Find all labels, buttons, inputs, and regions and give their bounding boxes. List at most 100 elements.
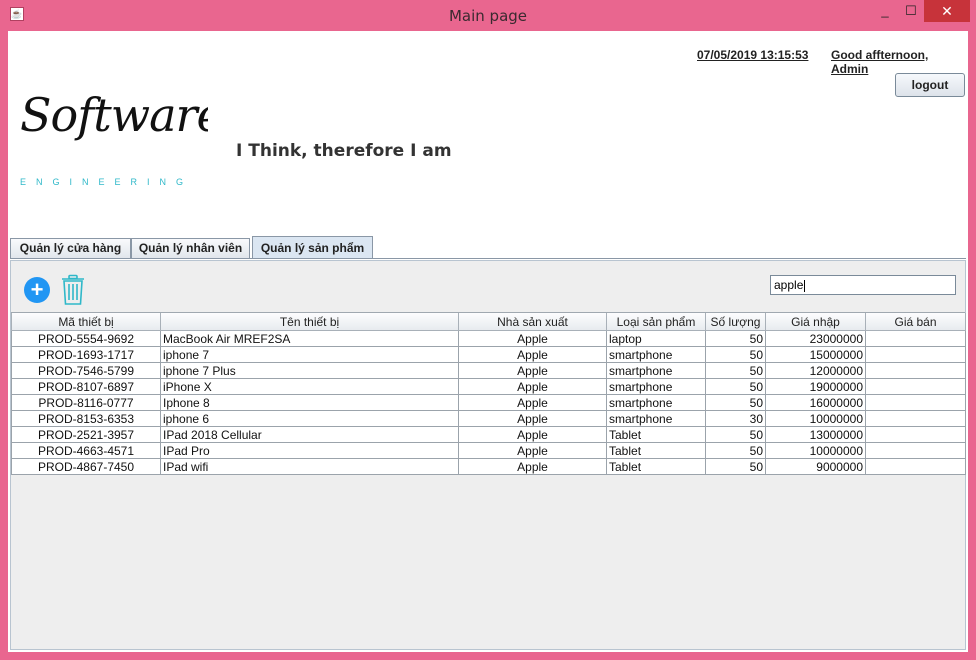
datetime-label: 07/05/2019 13:15:53 <box>697 48 809 62</box>
quantity-cell[interactable]: 50 <box>705 378 766 395</box>
delete-product-button[interactable] <box>60 274 86 306</box>
manufacturer-cell[interactable]: Apple <box>458 394 607 411</box>
import-price-cell[interactable]: 15000000 <box>765 346 866 363</box>
sale-price-cell[interactable] <box>865 378 966 395</box>
import-price-cell[interactable]: 10000000 <box>765 410 866 427</box>
table-row[interactable]: PROD-8116-0777 Iphone 8 Apple smartphone 50 1… <box>11 394 966 411</box>
sale-price-cell[interactable] <box>865 394 966 411</box>
logo-main-text: Software <box>20 88 208 142</box>
table-header: Mã thiết bị Tên thiết bị Nhà sản xuất Loại … <box>11 313 966 331</box>
product-name-cell[interactable]: Iphone 8 <box>160 394 459 411</box>
manufacturer-cell[interactable]: Apple <box>458 362 607 379</box>
quantity-cell[interactable]: 50 <box>705 330 766 347</box>
product-code-cell[interactable]: PROD-4867-7450 <box>11 458 161 475</box>
product-code-cell[interactable]: PROD-2521-3957 <box>11 426 161 443</box>
column-import-price-header[interactable]: Giá nhập <box>765 313 866 331</box>
product-type-cell[interactable]: smartphone <box>606 410 706 427</box>
manufacturer-cell[interactable]: Apple <box>458 330 607 347</box>
manufacturer-cell[interactable]: Apple <box>458 410 607 427</box>
import-price-cell[interactable]: 16000000 <box>765 394 866 411</box>
title-bar[interactable]: ☕ Main page _ ☐ ✕ <box>0 0 976 31</box>
quantity-cell[interactable]: 30 <box>705 410 766 427</box>
import-price-cell[interactable]: 10000000 <box>765 442 866 459</box>
table-row[interactable]: PROD-2521-3957 IPad 2018 Cellular Apple Tab… <box>11 426 966 443</box>
manufacturer-cell[interactable]: Apple <box>458 378 607 395</box>
quantity-cell[interactable]: 50 <box>705 346 766 363</box>
table-row[interactable]: PROD-7546-5799 iphone 7 Plus Apple smartpho… <box>11 362 966 379</box>
import-price-cell[interactable]: 12000000 <box>765 362 866 379</box>
trash-icon <box>62 274 84 305</box>
table-row[interactable]: PROD-8153-6353 iphone 6 Apple smartphone 30 1… <box>11 410 966 427</box>
product-name-cell[interactable]: iphone 7 Plus <box>160 362 459 379</box>
product-name-cell[interactable]: iPhone X <box>160 378 459 395</box>
product-code-cell[interactable]: PROD-8153-6353 <box>11 410 161 427</box>
sale-price-cell[interactable] <box>865 442 966 459</box>
column-product-type-header[interactable]: Loại sản phẩm <box>606 313 706 331</box>
quantity-cell[interactable]: 50 <box>705 426 766 443</box>
main-window: ☕ Main page _ ☐ ✕ Software ENGINEERING I… <box>0 0 976 660</box>
product-name-cell[interactable]: MacBook Air MREF2SA <box>160 330 459 347</box>
product-name-cell[interactable]: IPad Pro <box>160 442 459 459</box>
product-name-cell[interactable]: IPad wifi <box>160 458 459 475</box>
tab-store-management[interactable]: Quản lý cửa hàng <box>10 238 131 258</box>
tab-product-management[interactable]: Quản lý sản phẩm <box>252 236 373 259</box>
product-type-cell[interactable]: smartphone <box>606 362 706 379</box>
product-type-cell[interactable]: Tablet <box>606 426 706 443</box>
sale-price-cell[interactable] <box>865 426 966 443</box>
column-quantity-header[interactable]: Số lượng <box>705 313 766 331</box>
logout-button[interactable]: logout <box>895 73 965 97</box>
product-code-cell[interactable]: PROD-5554-9692 <box>11 330 161 347</box>
product-type-cell[interactable]: smartphone <box>606 394 706 411</box>
quantity-cell[interactable]: 50 <box>705 458 766 475</box>
product-panel: + apple Mã thiết bị Tên thiết bị Nhà sản… <box>10 260 966 650</box>
close-button[interactable]: ✕ <box>924 0 970 22</box>
add-product-button[interactable]: + <box>24 277 50 303</box>
manufacturer-cell[interactable]: Apple <box>458 442 607 459</box>
import-price-cell[interactable]: 9000000 <box>765 458 866 475</box>
column-product-name-header[interactable]: Tên thiết bị <box>160 313 459 331</box>
product-code-cell[interactable]: PROD-8107-6897 <box>11 378 161 395</box>
column-product-code-header[interactable]: Mã thiết bị <box>11 313 161 331</box>
window-title: Main page <box>448 7 528 25</box>
import-price-cell[interactable]: 23000000 <box>765 330 866 347</box>
product-name-cell[interactable]: iphone 7 <box>160 346 459 363</box>
product-table: Mã thiết bị Tên thiết bị Nhà sản xuất Loại … <box>11 313 966 475</box>
product-code-cell[interactable]: PROD-8116-0777 <box>11 394 161 411</box>
sale-price-cell[interactable] <box>865 458 966 475</box>
product-code-cell[interactable]: PROD-1693-1717 <box>11 346 161 363</box>
product-code-cell[interactable]: PROD-4663-4571 <box>11 442 161 459</box>
tab-bar: Quản lý cửa hàng Quản lý nhân viên Quản … <box>10 236 968 259</box>
maximize-button[interactable]: ☐ <box>898 0 924 22</box>
sale-price-cell[interactable] <box>865 346 966 363</box>
manufacturer-cell[interactable]: Apple <box>458 426 607 443</box>
import-price-cell[interactable]: 13000000 <box>765 426 866 443</box>
manufacturer-cell[interactable]: Apple <box>458 458 607 475</box>
tab-staff-management[interactable]: Quản lý nhân viên <box>131 238 250 258</box>
sale-price-cell[interactable] <box>865 362 966 379</box>
product-code-cell[interactable]: PROD-7546-5799 <box>11 362 161 379</box>
table-row[interactable]: PROD-4867-7450 IPad wifi Apple Tablet 50 9000… <box>11 458 966 475</box>
product-name-cell[interactable]: IPad 2018 Cellular <box>160 426 459 443</box>
product-type-cell[interactable]: smartphone <box>606 378 706 395</box>
sale-price-cell[interactable] <box>865 330 966 347</box>
quantity-cell[interactable]: 50 <box>705 442 766 459</box>
logo-sub-text: ENGINEERING <box>20 177 193 187</box>
column-manufacturer-header[interactable]: Nhà sản xuất <box>458 313 607 331</box>
product-type-cell[interactable]: smartphone <box>606 346 706 363</box>
table-row[interactable]: PROD-4663-4571 IPad Pro Apple Tablet 50 10000… <box>11 442 966 459</box>
table-row[interactable]: PROD-8107-6897 iPhone X Apple smartphone 50 1… <box>11 378 966 395</box>
minimize-button[interactable]: _ <box>872 0 898 22</box>
product-type-cell[interactable]: laptop <box>606 330 706 347</box>
column-sale-price-header[interactable]: Giá bán <box>865 313 966 331</box>
table-row[interactable]: PROD-5554-9692 MacBook Air MREF2SA Apple la… <box>11 330 966 347</box>
product-name-cell[interactable]: iphone 6 <box>160 410 459 427</box>
import-price-cell[interactable]: 19000000 <box>765 378 866 395</box>
quantity-cell[interactable]: 50 <box>705 394 766 411</box>
product-type-cell[interactable]: Tablet <box>606 442 706 459</box>
search-input[interactable]: apple <box>770 275 956 295</box>
manufacturer-cell[interactable]: Apple <box>458 346 607 363</box>
table-row[interactable]: PROD-1693-1717 iphone 7 Apple smartphone 50 1… <box>11 346 966 363</box>
quantity-cell[interactable]: 50 <box>705 362 766 379</box>
sale-price-cell[interactable] <box>865 410 966 427</box>
product-type-cell[interactable]: Tablet <box>606 458 706 475</box>
